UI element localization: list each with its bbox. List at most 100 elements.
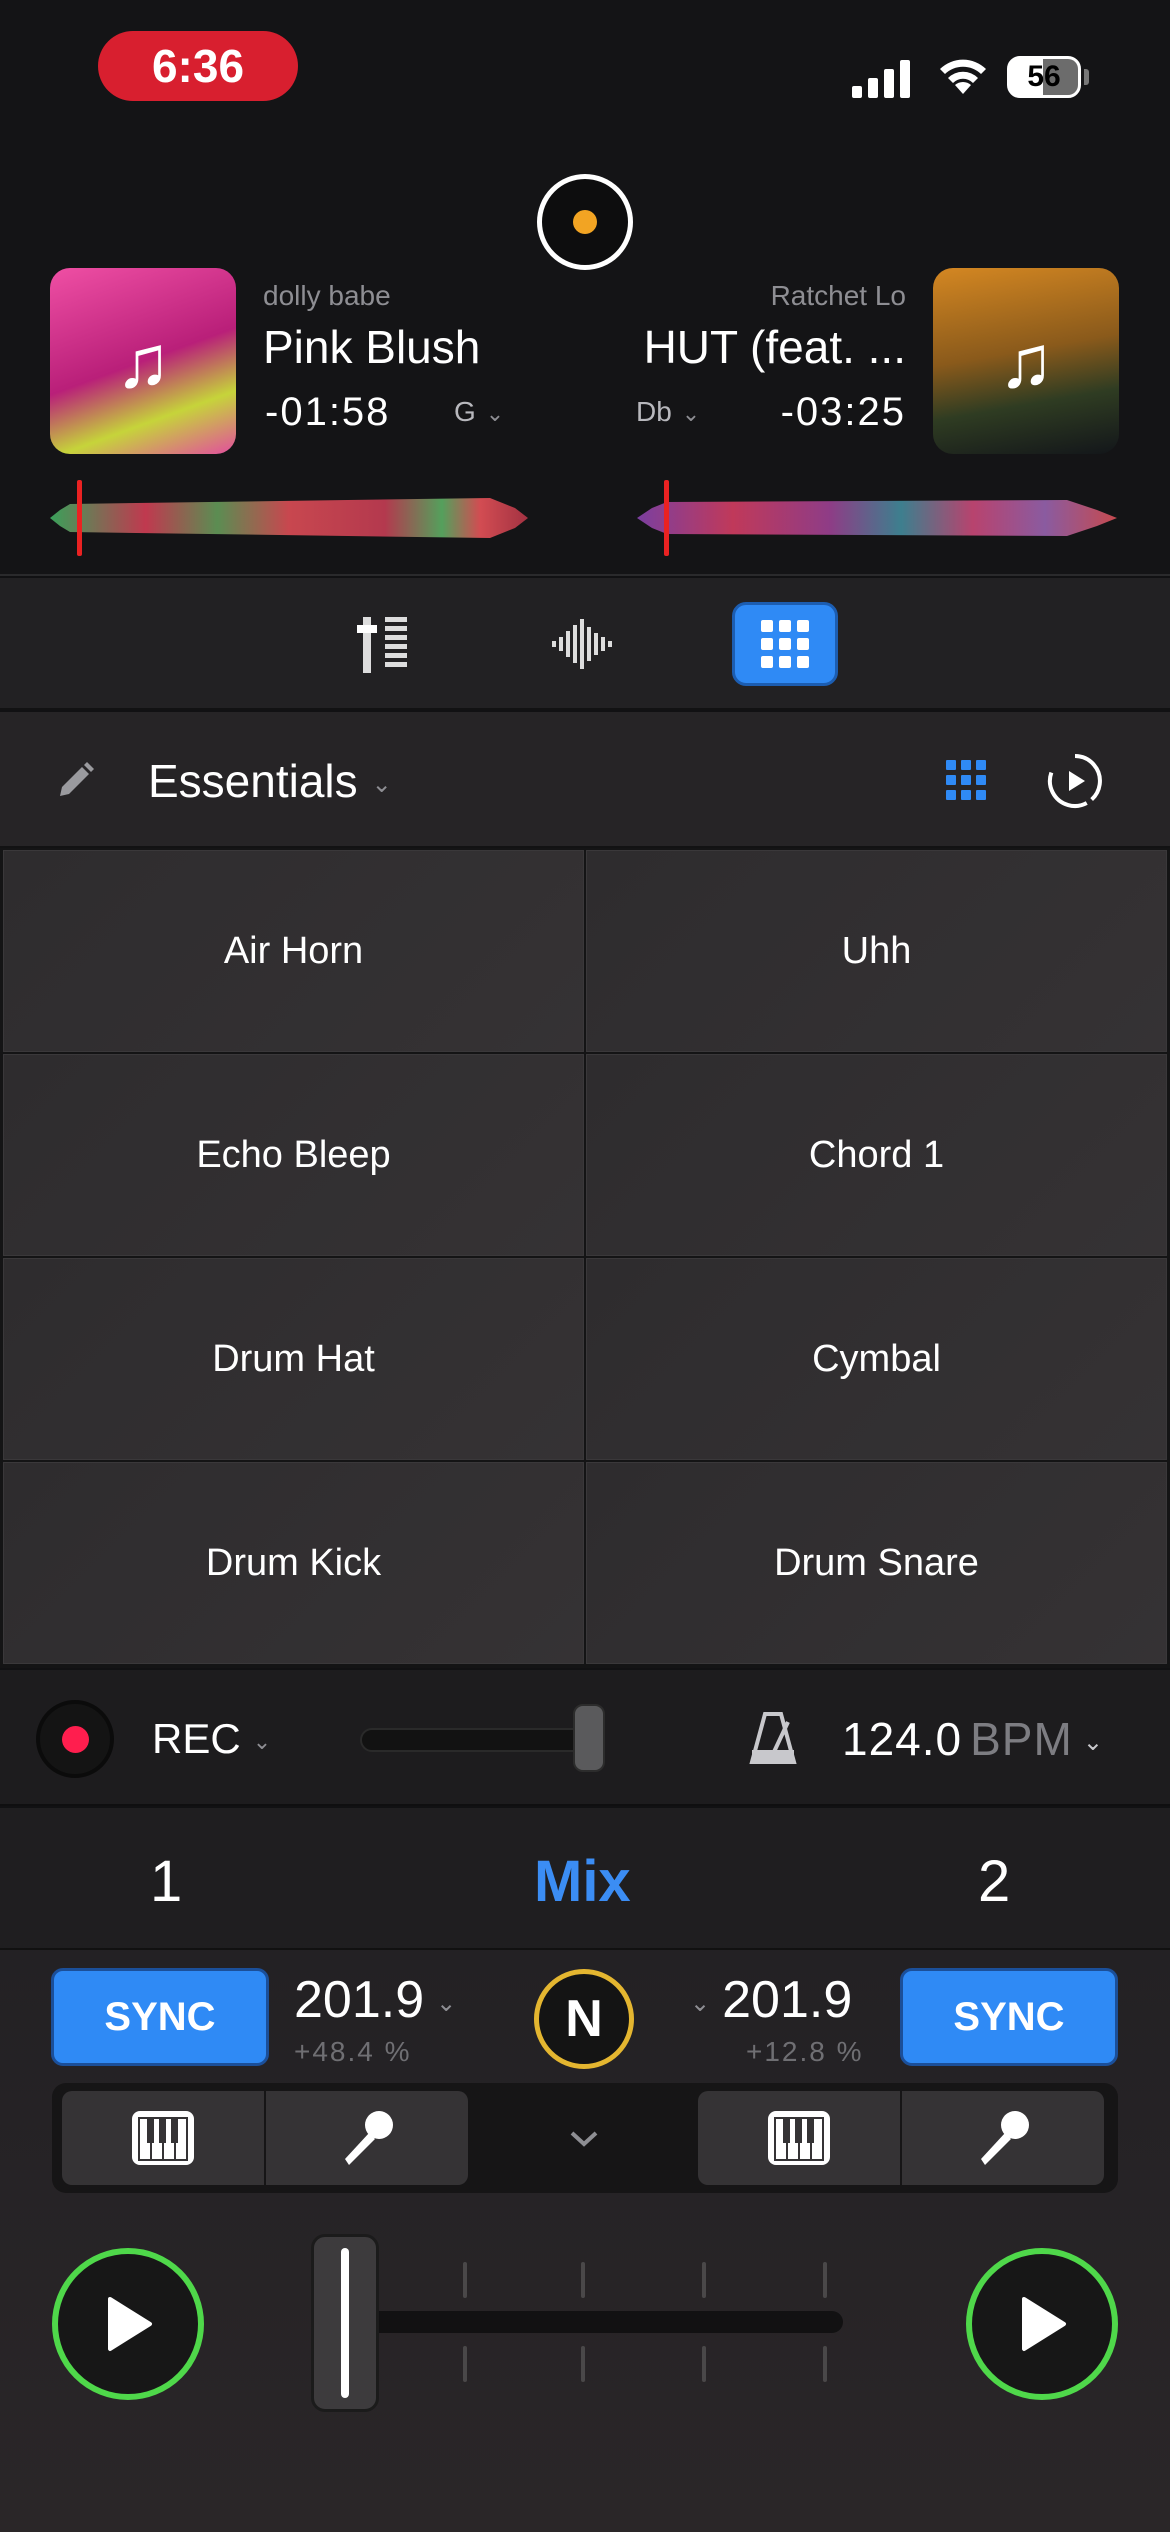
right-deck-remaining-time: -03:25	[780, 390, 906, 434]
right-sync-button[interactable]: SYNC	[900, 1968, 1118, 2066]
sampler-view-button[interactable]	[732, 602, 838, 686]
sample-pad[interactable]: Air Horn	[3, 850, 584, 1052]
right-pitch-value: +12.8 %	[746, 2036, 864, 2067]
piano-keys-icon	[132, 2111, 194, 2165]
right-deck-playhead	[664, 480, 669, 556]
left-sync-button[interactable]: SYNC	[51, 1968, 269, 2066]
deck-header: ♫ dolly babe Pink Blush -01:58 G ⌄ ♫ Ratc…	[0, 140, 1170, 576]
right-play-button[interactable]	[966, 2248, 1118, 2400]
mixer-icon	[357, 617, 407, 673]
status-time: 6:36	[98, 31, 298, 101]
play-icon	[1022, 2297, 1066, 2351]
mix-tab[interactable]: Mix	[534, 1848, 631, 1915]
sample-pack-selector[interactable]: Essentials ⌄	[148, 754, 392, 808]
sample-pad[interactable]: Cymbal	[586, 1258, 1167, 1460]
microphone-icon	[981, 2111, 1029, 2165]
chevron-down-icon: ⌄	[436, 1989, 457, 2017]
sampler-volume-knob[interactable]	[573, 1704, 605, 1772]
rec-label: REC	[152, 1715, 241, 1762]
waveform-view-button[interactable]	[530, 602, 636, 686]
right-deck-cover[interactable]: ♫	[933, 268, 1119, 454]
left-deck-key[interactable]: G ⌄	[454, 396, 504, 428]
rec-dropdown[interactable]: REC ⌄	[152, 1715, 271, 1763]
music-note-icon: ♫	[998, 319, 1054, 403]
chevron-down-icon: ⌄	[485, 401, 505, 426]
crossfader-tick	[823, 2346, 827, 2382]
left-deck-playhead	[77, 480, 82, 556]
right-tempo-value: 201.9	[722, 1971, 853, 2029]
record-button[interactable]	[36, 1700, 114, 1778]
right-keyboard-button[interactable]	[698, 2091, 900, 2185]
fx-tray	[52, 2083, 1118, 2193]
crossfader-tick	[463, 2262, 467, 2298]
sample-pads-grid: Air Horn Uhh Echo Bleep Chord 1 Drum Hat…	[0, 848, 1170, 1668]
crossfader-tick	[581, 2262, 585, 2298]
left-tempo-value: 201.9	[294, 1971, 425, 2029]
battery-level: 56	[1027, 60, 1061, 93]
chevron-down-icon: ⌄	[252, 1728, 272, 1754]
deck-1-tab[interactable]: 1	[150, 1848, 182, 1915]
sample-pad[interactable]: Echo Bleep	[3, 1054, 584, 1256]
battery-indicator: 56	[1007, 56, 1089, 98]
music-note-icon: ♫	[115, 319, 171, 403]
right-deck-key-value: Db	[636, 396, 672, 427]
left-deck-title[interactable]: Pink Blush	[263, 320, 480, 374]
sampler-grid-icon	[761, 620, 809, 668]
right-vocal-button[interactable]	[902, 2091, 1104, 2185]
mixer-view-button[interactable]	[331, 602, 437, 686]
waveform-icon	[552, 619, 612, 669]
microphone-icon	[345, 2111, 393, 2165]
chevron-down-icon: ⌄	[690, 1989, 711, 2017]
crossfader-knob[interactable]	[311, 2234, 379, 2412]
metronome-icon[interactable]	[748, 1710, 798, 1766]
sampler-header: Essentials ⌄	[0, 712, 1170, 848]
left-deck-artist: dolly babe	[263, 280, 391, 311]
sample-pad[interactable]: Drum Snare	[586, 1462, 1167, 1664]
crossfader-tick	[823, 2262, 827, 2298]
right-deck-title[interactable]: HUT (feat. ...	[644, 320, 906, 374]
sample-pad[interactable]: Uhh	[586, 850, 1167, 1052]
bpm-unit: BPM	[970, 1713, 1073, 1765]
pencil-icon[interactable]	[54, 760, 96, 802]
left-tempo-selector[interactable]: 201.9 ⌄	[294, 1970, 456, 2030]
right-deck-waveform[interactable]	[637, 488, 1117, 548]
chevron-down-icon: ⌄	[681, 401, 701, 426]
record-vinyl-button[interactable]	[537, 174, 633, 270]
crossfader-tick	[463, 2346, 467, 2382]
cellular-signal-icon	[852, 60, 910, 98]
chevron-down-icon: ⌄	[371, 771, 392, 799]
left-deck-waveform[interactable]	[50, 488, 528, 548]
left-pitch-value: +48.4 %	[294, 2036, 412, 2067]
deck-select-bar: 1 Mix 2	[0, 1808, 1170, 1950]
sample-pack-name: Essentials	[148, 755, 358, 807]
piano-keys-icon	[768, 2111, 830, 2165]
left-deck-key-value: G	[454, 396, 476, 427]
sample-pad[interactable]: Chord 1	[586, 1054, 1167, 1256]
left-play-button[interactable]	[52, 2248, 204, 2400]
left-keyboard-button[interactable]	[62, 2091, 264, 2185]
sequencer-play-icon[interactable]	[1046, 752, 1104, 810]
chevron-down-icon[interactable]	[562, 2117, 606, 2161]
status-bar: 6:36 56	[0, 0, 1170, 140]
left-deck-remaining-time: -01:58	[265, 390, 391, 434]
crossfader-tick	[702, 2346, 706, 2382]
chevron-down-icon: ⌄	[1082, 1729, 1104, 1757]
sampler-volume-slider[interactable]	[360, 1728, 604, 1752]
bpm-selector[interactable]: 124.0 BPM ⌄	[842, 1712, 1104, 1766]
right-deck-key[interactable]: Db ⌄	[636, 396, 700, 428]
right-deck-artist: Ratchet Lo	[770, 280, 906, 311]
deck-2-tab[interactable]: 2	[978, 1848, 1010, 1915]
bpm-value: 124.0	[842, 1713, 963, 1765]
wifi-icon	[940, 59, 986, 94]
neural-mix-button[interactable]: N	[534, 1969, 634, 2069]
left-vocal-button[interactable]	[266, 2091, 468, 2185]
crossfader-tick	[702, 2262, 706, 2298]
right-tempo-selector[interactable]: ⌄ 201.9	[690, 1970, 852, 2030]
sample-pad[interactable]: Drum Hat	[3, 1258, 584, 1460]
crossfader-track[interactable]	[343, 2311, 843, 2333]
deck-controls: SYNC 201.9 ⌄ +48.4 % N ⌄ 201.9 +12.8 % SYN…	[0, 1950, 1170, 2532]
sample-pad[interactable]: Drum Kick	[3, 1462, 584, 1664]
crossfader-tick	[581, 2346, 585, 2382]
pad-layout-grid-icon[interactable]	[944, 758, 988, 802]
left-deck-cover[interactable]: ♫	[50, 268, 236, 454]
